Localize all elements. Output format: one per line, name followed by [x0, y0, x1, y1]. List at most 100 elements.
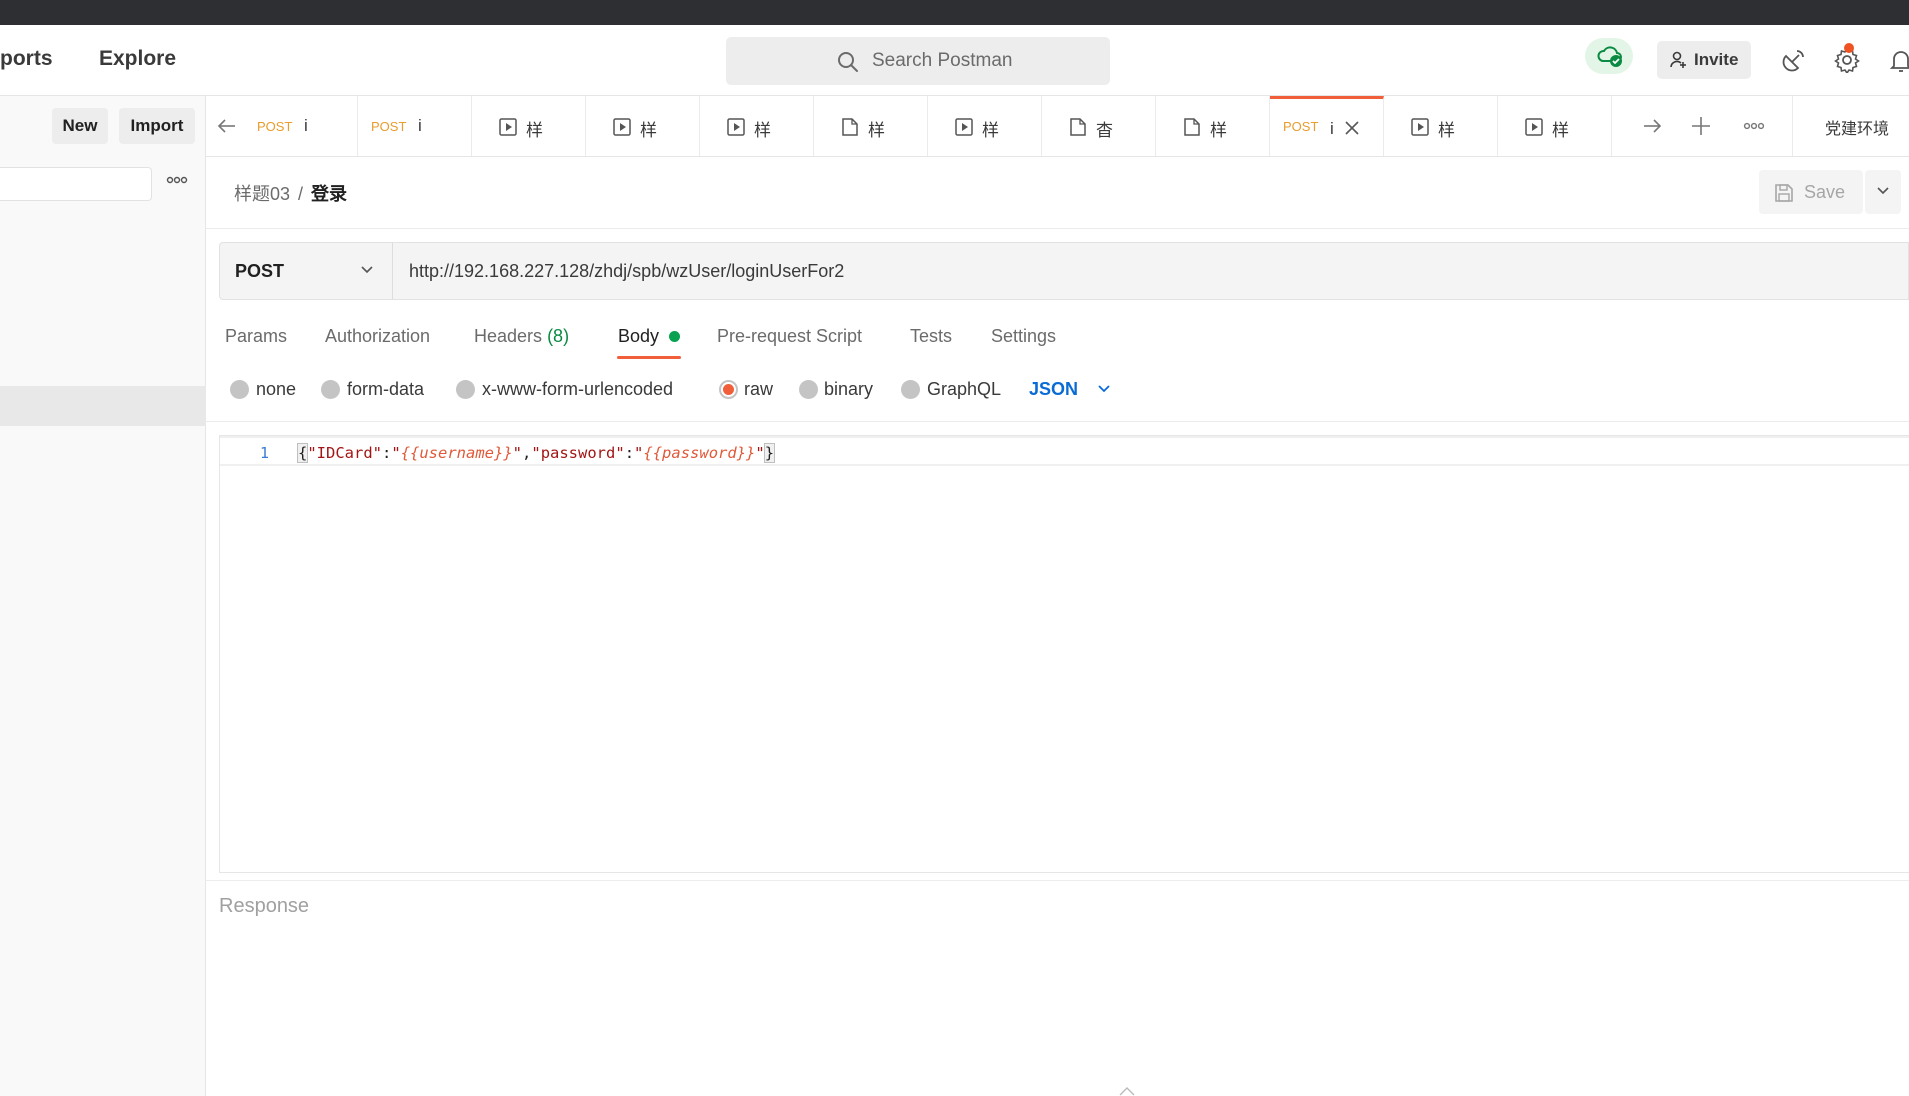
window-title-bar: [0, 0, 1909, 25]
chevron-down-icon[interactable]: [1097, 384, 1111, 394]
satellite-icon[interactable]: [1781, 47, 1807, 73]
body-format-select[interactable]: JSON: [1029, 379, 1078, 400]
body-editor[interactable]: 1 {"IDCard":"{{username}}","password":"{…: [219, 435, 1909, 873]
label-graphql[interactable]: GraphQL: [927, 379, 1001, 400]
request-tab[interactable]: 样: [700, 96, 814, 156]
code-var-password: {{password}}: [643, 444, 756, 462]
code-line[interactable]: {"IDCard":"{{username}}","password":"{{p…: [296, 443, 776, 463]
arrow-left-icon[interactable]: [216, 115, 238, 137]
tab-name: 样: [640, 121, 657, 140]
invite-button[interactable]: Invite: [1657, 41, 1751, 79]
save-button[interactable]: Save: [1759, 170, 1863, 214]
breadcrumb-current[interactable]: 登录: [311, 184, 347, 204]
code-colon: :: [624, 444, 635, 462]
tab-name: i: [1330, 119, 1334, 138]
options-divider: [206, 421, 1909, 422]
request-tab[interactable]: POST i: [244, 96, 358, 156]
caret-up-icon[interactable]: [1117, 1086, 1137, 1096]
radio-none[interactable]: [230, 380, 249, 399]
tab-tests[interactable]: Tests: [910, 326, 952, 347]
tab-name: 样: [1552, 121, 1569, 140]
tab-body[interactable]: Body: [618, 326, 659, 347]
radio-form-data[interactable]: [321, 380, 340, 399]
tab-params[interactable]: Params: [225, 326, 287, 347]
breadcrumb-parent[interactable]: 样题03: [234, 184, 290, 204]
request-tab[interactable]: POST i: [358, 96, 472, 156]
tab-settings[interactable]: Settings: [991, 326, 1056, 347]
code-quote: ": [634, 444, 644, 462]
request-tab[interactable]: 样: [1384, 96, 1498, 156]
arrow-right-icon[interactable]: [1641, 115, 1663, 137]
code-quote: ": [512, 444, 523, 462]
body-modified-dot: [669, 331, 680, 342]
more-tabs-icon[interactable]: [1743, 115, 1765, 137]
radio-binary[interactable]: [799, 380, 818, 399]
request-tab[interactable]: POST i: [1270, 96, 1384, 156]
save-options-dropdown[interactable]: [1865, 170, 1901, 214]
tab-name: 样: [754, 121, 771, 140]
tab-name: i: [418, 116, 422, 135]
label-form-data[interactable]: form-data: [347, 379, 424, 400]
sync-status-button[interactable]: [1585, 38, 1633, 74]
collection-icon: [1070, 118, 1086, 136]
search-bar[interactable]: Search Postman: [726, 37, 1110, 85]
header-divider: [206, 228, 1909, 229]
tab-prerequest-script[interactable]: Pre-request Script: [717, 326, 862, 347]
request-tab[interactable]: 样: [472, 96, 586, 156]
runner-icon: [955, 118, 973, 136]
request-tab[interactable]: 样: [814, 96, 928, 156]
environment-selector[interactable]: 党建环境: [1825, 115, 1889, 139]
radio-graphql[interactable]: [901, 380, 920, 399]
label-binary[interactable]: binary: [824, 379, 873, 400]
nav-reports[interactable]: ports: [0, 47, 53, 71]
headers-count: (8): [547, 326, 570, 346]
request-tab[interactable]: 样: [928, 96, 1042, 156]
tab-name: 样: [982, 121, 999, 140]
app-header: ports Explore Search Postman Invite: [0, 25, 1909, 96]
label-none[interactable]: none: [256, 379, 296, 400]
request-tab[interactable]: 样: [586, 96, 700, 156]
tab-name: 样: [1210, 121, 1227, 140]
collection-icon: [842, 118, 858, 136]
tab-headers[interactable]: Headers (8): [474, 326, 569, 347]
nav-explore[interactable]: Explore: [99, 47, 176, 71]
new-button[interactable]: New: [52, 108, 108, 144]
request-tab-bar: POST i POST i 样 样 样 样 样 杳 样 POST i 样 样 党建环境: [206, 96, 1909, 157]
tab-name: i: [304, 116, 308, 135]
more-options-icon[interactable]: [166, 176, 188, 184]
code-close-brace: }: [763, 443, 776, 463]
tab-headers-label: Headers: [474, 326, 543, 346]
request-tab[interactable]: 样: [1156, 96, 1270, 156]
runner-icon: [499, 118, 517, 136]
save-icon: [1775, 184, 1793, 202]
method-label: POST: [235, 261, 285, 281]
tab-name: 样: [868, 121, 885, 140]
url-input[interactable]: http://192.168.227.128/zhdj/spb/wzUser/l…: [392, 242, 1909, 300]
response-divider[interactable]: [206, 880, 1909, 881]
sidebar-selected-item[interactable]: [0, 386, 206, 426]
runner-icon: [1411, 118, 1429, 136]
close-icon[interactable]: [1342, 118, 1362, 138]
line-number: 1: [260, 444, 270, 462]
tab-authorization[interactable]: Authorization: [325, 326, 430, 347]
notification-dot: [1844, 43, 1854, 53]
label-urlencoded[interactable]: x-www-form-urlencoded: [482, 379, 673, 400]
bell-icon[interactable]: [1888, 47, 1909, 73]
runner-icon: [613, 118, 631, 136]
tab-name: 样: [1438, 121, 1455, 140]
add-user-icon: [1670, 51, 1686, 68]
sidebar-filter-input[interactable]: [0, 167, 152, 201]
import-button[interactable]: Import: [119, 108, 195, 144]
chevron-down-icon: [1877, 187, 1889, 195]
invite-label: Invite: [1694, 50, 1739, 69]
radio-urlencoded[interactable]: [456, 380, 475, 399]
tab-name: 样: [526, 121, 543, 140]
method-select[interactable]: POST: [219, 242, 393, 300]
radio-raw[interactable]: [719, 380, 738, 399]
request-tab[interactable]: 样: [1498, 96, 1612, 156]
code-var-username: {{username}}: [400, 444, 513, 462]
plus-icon[interactable]: [1690, 115, 1712, 137]
label-raw[interactable]: raw: [744, 379, 773, 400]
search-icon: [838, 52, 858, 72]
request-tab[interactable]: 杳: [1042, 96, 1156, 156]
